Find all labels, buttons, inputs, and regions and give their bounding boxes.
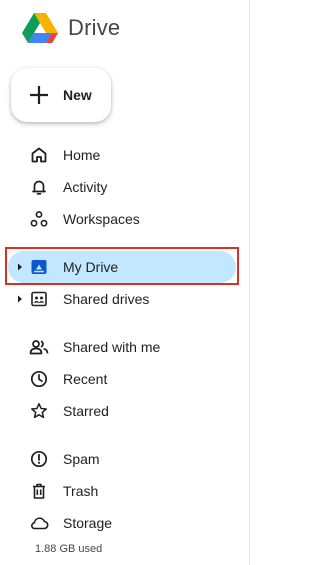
nav-item-label: Shared drives [63,291,150,307]
spam-icon [29,449,49,469]
nav-item-workspaces[interactable]: Workspaces [8,203,236,235]
nav-item-label: My Drive [63,259,119,275]
drive-logo-icon[interactable] [22,12,58,44]
expand-caret-icon[interactable] [15,294,25,304]
trash-icon [29,481,49,501]
nav-item-label: Shared with me [63,339,161,355]
nav-item-label: Recent [63,371,108,387]
app-title: Drive [68,15,121,40]
nav-item-shared-drives[interactable]: Shared drives [8,283,236,315]
star-icon [29,401,49,421]
clock-icon [29,369,49,389]
nav-item-storage[interactable]: Storage [8,507,236,539]
nav-item-spam[interactable]: Spam [8,443,236,475]
expand-caret-icon[interactable] [15,262,25,272]
nav-item-label: Storage [63,515,113,531]
storage-used-text: 1.88 GB used [35,543,103,555]
my-drive-icon [29,257,49,277]
cloud-icon [29,513,49,533]
nav-item-label: Workspaces [63,211,140,227]
people-icon [29,337,49,357]
app-header: Drive [22,10,120,46]
nav-item-my-drive[interactable]: My Drive [8,251,236,283]
nav-item-label: Spam [63,451,100,467]
nav-item-starred[interactable]: Starred [8,395,236,427]
nav-item-label: Starred [63,403,109,419]
nav-item-recent[interactable]: Recent [8,363,236,395]
nav-item-shared-with-me[interactable]: Shared with me [8,331,236,363]
nav-item-activity[interactable]: Activity [8,171,236,203]
nav-item-home[interactable]: Home [8,139,236,171]
shared-drives-icon [29,289,49,309]
new-button-label: New [63,87,92,103]
nav-item-label: Activity [63,179,108,195]
home-icon [29,145,49,165]
nav-item-label: Trash [63,483,99,499]
new-button[interactable]: New [11,68,111,122]
workspaces-icon [29,209,49,229]
bell-icon [29,177,49,197]
nav-item-trash[interactable]: Trash [8,475,236,507]
nav-item-label: Home [63,147,101,163]
plus-icon [30,86,48,104]
